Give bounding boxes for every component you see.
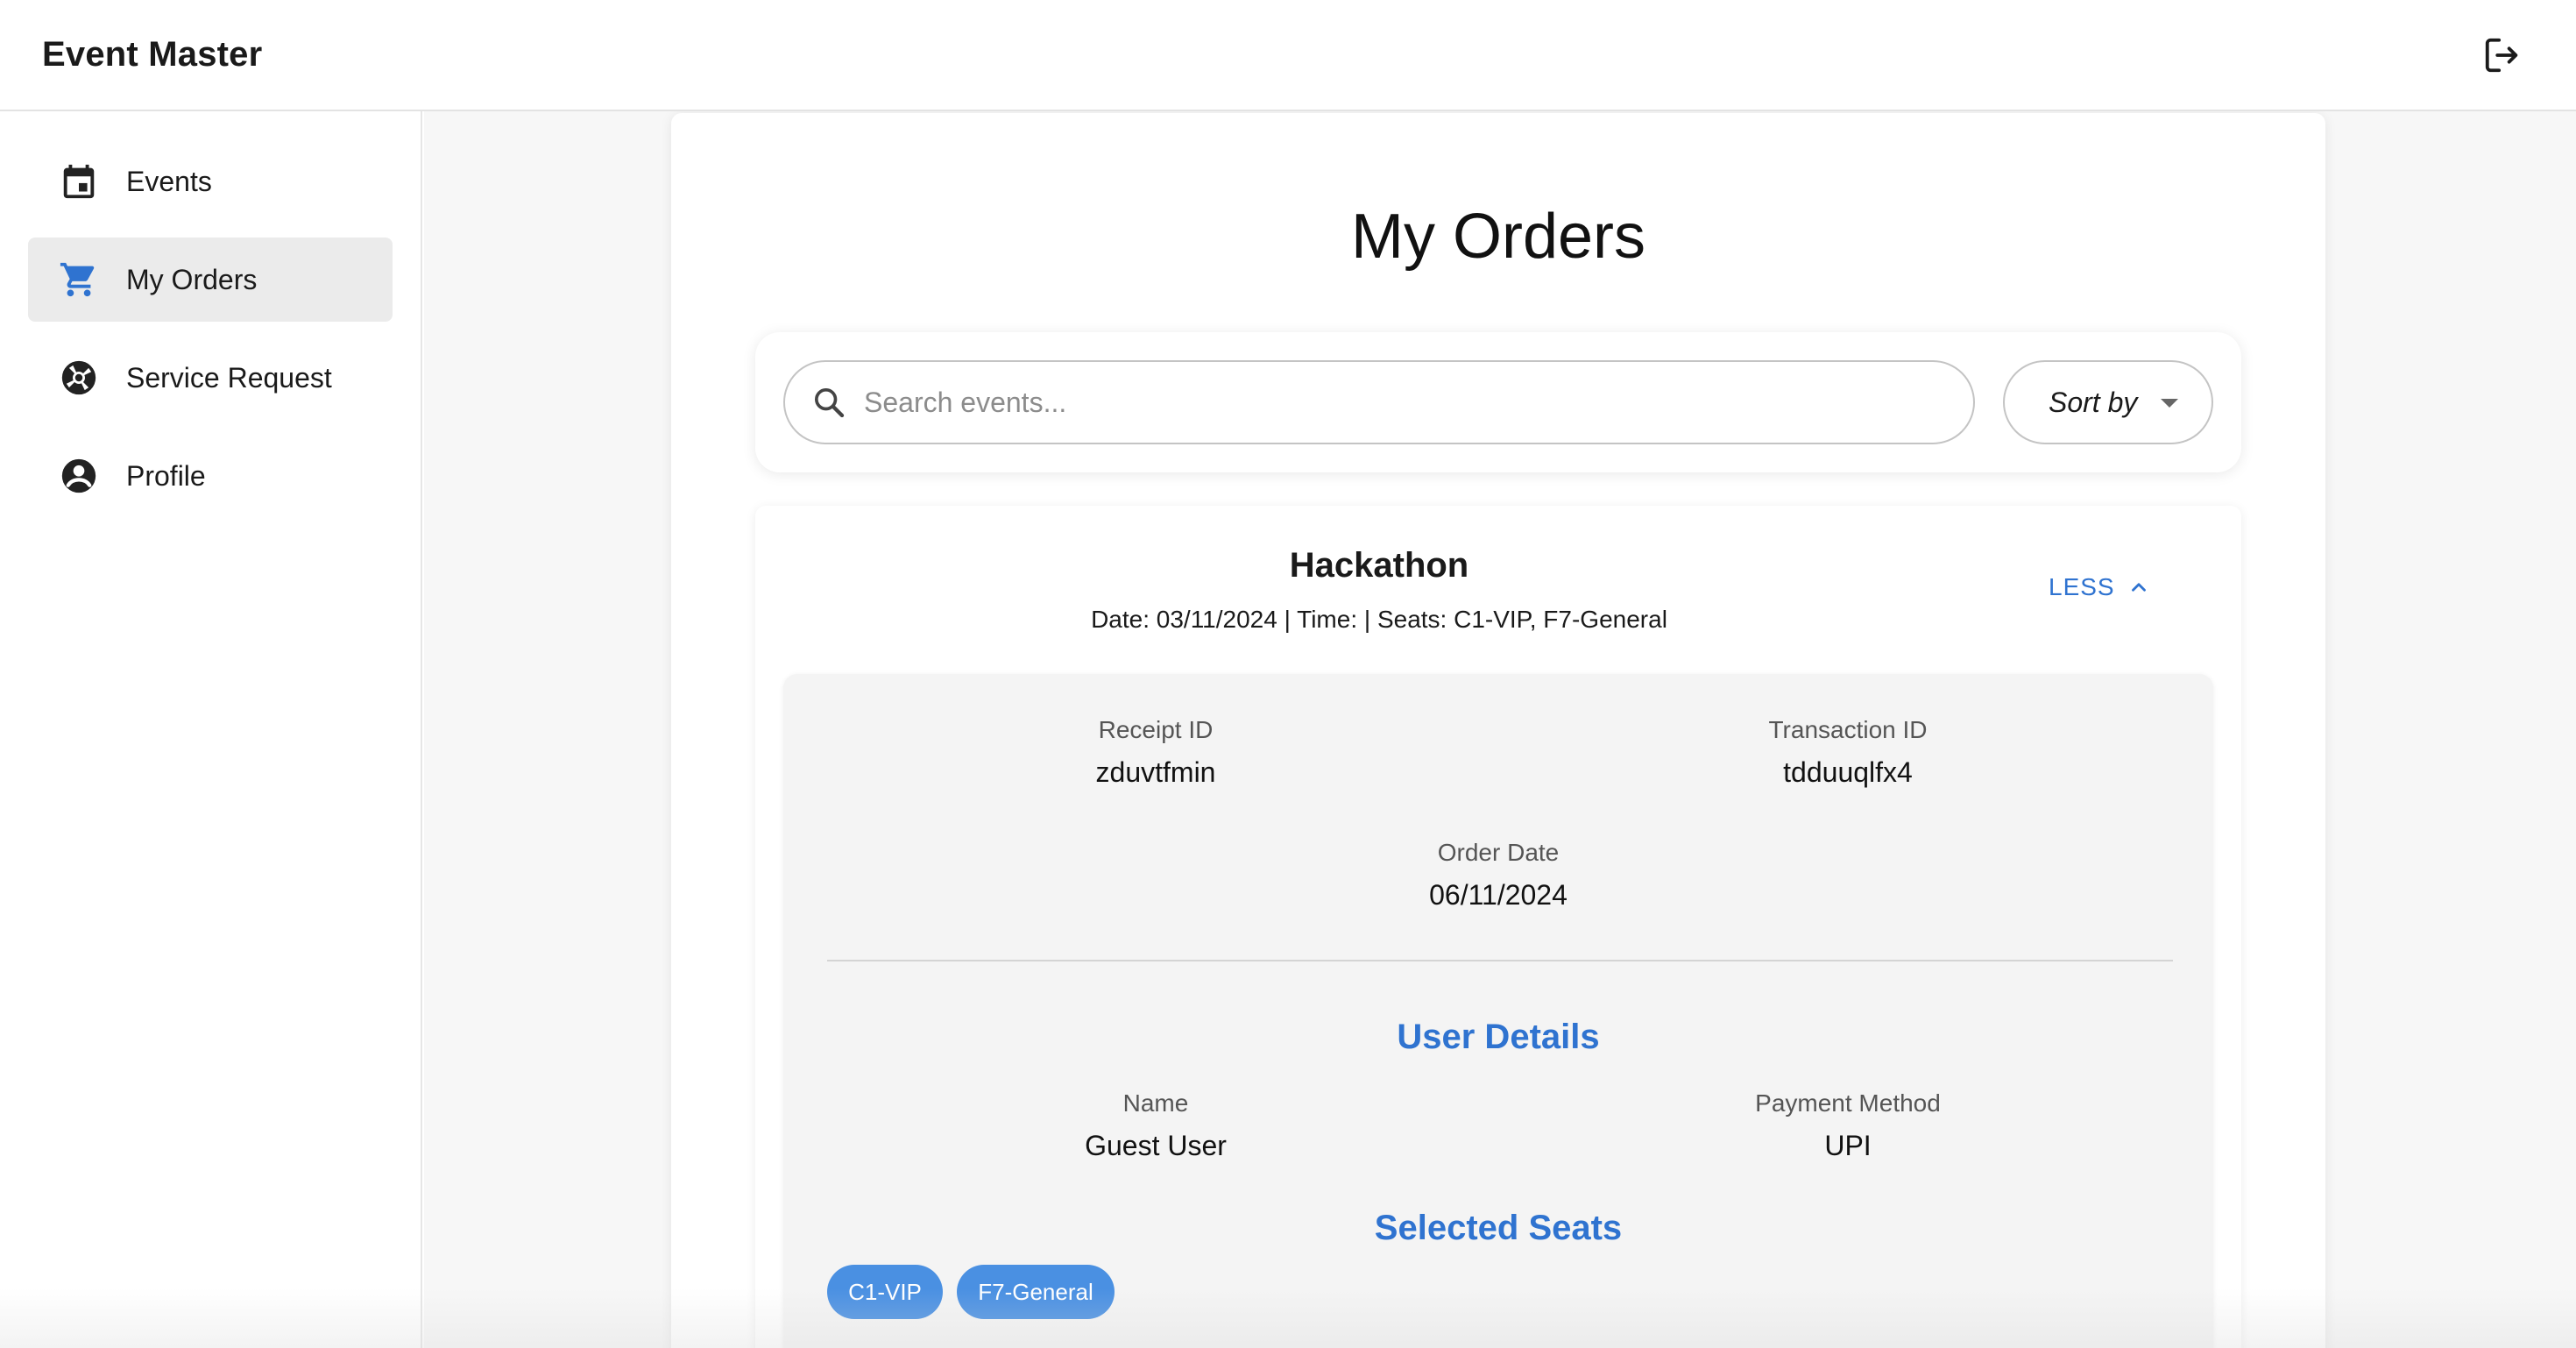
sidebar-item-my-orders[interactable]: My Orders	[28, 238, 393, 322]
transaction-id-label: Transaction ID	[1768, 716, 1928, 743]
event-name: Hackathon	[1289, 546, 1469, 585]
calendar-icon	[28, 161, 126, 202]
divider	[827, 960, 2173, 961]
main-content: My Orders Sort by Hackathon Date: 03/11/…	[424, 111, 2576, 1348]
sidebar-item-events[interactable]: Events	[28, 139, 393, 223]
search-box[interactable]	[783, 360, 1975, 444]
user-name: Name Guest User	[1002, 1089, 1309, 1162]
filter-bar: Sort by	[755, 332, 2241, 472]
order-date-label: Order Date	[1437, 839, 1560, 866]
caret-down-icon	[2161, 399, 2178, 408]
payment-method-value: UPI	[1824, 1130, 1872, 1161]
app-bar: Event Master	[0, 0, 2576, 111]
logout-icon	[2485, 38, 2518, 72]
seat-chip: F7-General	[957, 1265, 1115, 1319]
sidebar-item-label: Profile	[126, 459, 206, 492]
receipt-id-label: Receipt ID	[1098, 716, 1214, 743]
transaction-id-value: tdduuqlfx4	[1783, 756, 1913, 788]
search-icon	[815, 388, 845, 418]
sort-label: Sort by	[2049, 386, 2138, 418]
less-label: LESS	[2049, 573, 2115, 600]
app-title: Event Master	[42, 35, 263, 74]
selected-seats-heading: Selected Seats	[1374, 1209, 1623, 1247]
seat-chip: C1-VIP	[827, 1265, 943, 1319]
payment-method: Payment Method UPI	[1695, 1089, 2001, 1162]
logout-button[interactable]	[2478, 31, 2527, 80]
chevron-up-icon	[2131, 583, 2146, 592]
user-details-heading: User Details	[1397, 1018, 1600, 1056]
account-circle-icon	[28, 456, 126, 496]
sidebar: Events My Orders Service Request Profile	[0, 111, 422, 1348]
order-date: Order Date 06/11/2024	[1345, 839, 1652, 912]
page-title: My Orders	[1350, 202, 1646, 272]
order-card: Hackathon Date: 03/11/2024 | Time: | Sea…	[755, 506, 2241, 1348]
sort-dropdown[interactable]: Sort by	[2003, 360, 2213, 444]
search-input[interactable]	[864, 376, 1950, 429]
sidebar-item-label: Events	[126, 165, 212, 197]
sidebar-item-service-request[interactable]: Service Request	[28, 336, 393, 420]
order-details: Receipt ID zduvtfmin Transaction ID tddu…	[783, 674, 2213, 1348]
cart-icon	[28, 259, 126, 300]
payment-method-label: Payment Method	[1755, 1089, 1941, 1117]
event-meta: Date: 03/11/2024 | Time: | Seats: C1-VIP…	[1091, 606, 1667, 633]
sidebar-item-label: Service Request	[126, 361, 332, 394]
sidebar-item-label: My Orders	[126, 263, 258, 295]
transaction-id: Transaction ID tdduuqlfx4	[1695, 716, 2001, 789]
receipt-id-value: zduvtfmin	[1095, 756, 1216, 788]
orders-panel: My Orders Sort by Hackathon Date: 03/11/…	[671, 113, 2325, 1348]
order-date-value: 06/11/2024	[1429, 879, 1568, 911]
less-toggle-button[interactable]: LESS	[2049, 565, 2150, 609]
name-value: Guest User	[1085, 1130, 1227, 1161]
lifebuoy-icon	[28, 358, 126, 398]
name-label: Name	[1122, 1089, 1189, 1117]
receipt-id: Receipt ID zduvtfmin	[1002, 716, 1309, 789]
sidebar-item-profile[interactable]: Profile	[28, 434, 393, 518]
